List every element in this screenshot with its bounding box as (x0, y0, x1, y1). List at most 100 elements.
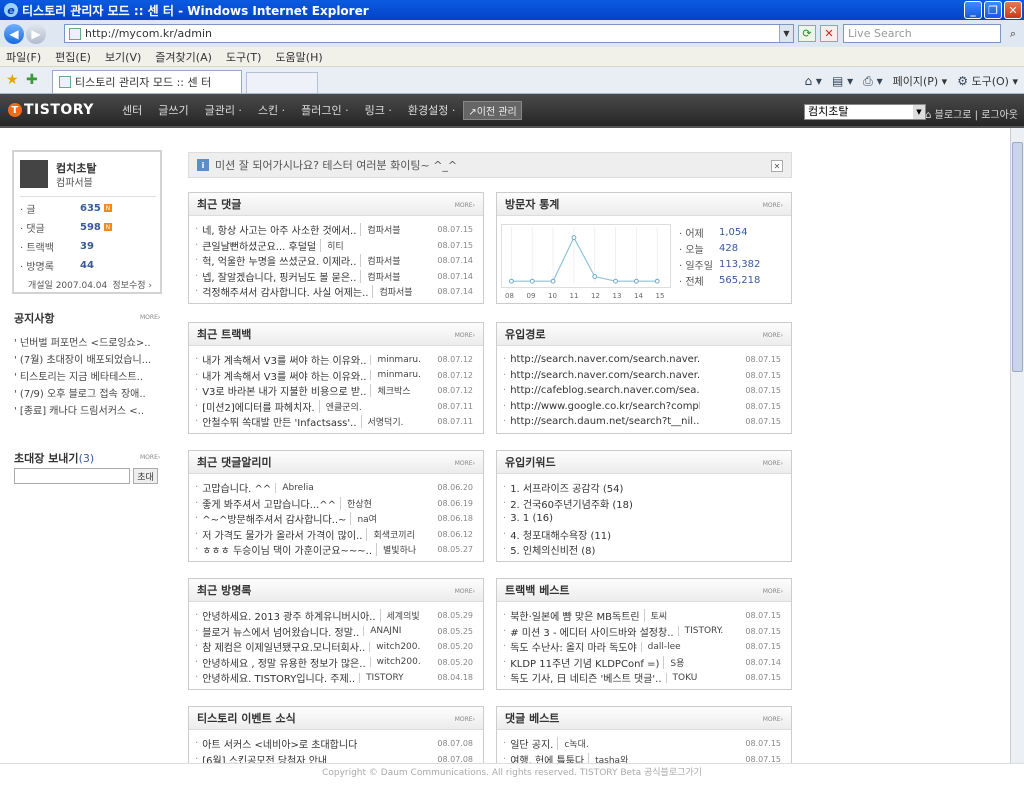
previous-manager-button[interactable]: ↗이전 관리 (463, 100, 522, 120)
search-icon[interactable]: ⌕ (1004, 25, 1022, 42)
item-text[interactable]: 큰일날뻔하셨군요... 후덜덜 (202, 238, 316, 253)
menu-item[interactable]: 도구(T) (226, 49, 262, 65)
stat-row[interactable]: · 글 635 N (20, 200, 156, 216)
tools-menu[interactable]: ⚙ 도구(O) ▾ (957, 73, 1018, 89)
list-item[interactable]: · 네, 항상 사고는 아주 사소한 것에서.. 컴파서블 08.07.15 (195, 222, 477, 238)
more-link[interactable]: MORE› (763, 202, 783, 209)
nav-item[interactable]: 링크 · (365, 102, 392, 118)
menu-item[interactable]: 도움말(H) (275, 49, 322, 65)
blog-select[interactable]: 컴치초탈 ▼ (804, 104, 926, 120)
item-text[interactable]: 고맙습니다. ^^ (202, 480, 271, 495)
stat-row[interactable]: · 트랙백 39 (20, 238, 156, 254)
list-item[interactable]: · 큰일날뻔하셨군요... 후덜덜 히티 08.07.15 (195, 238, 477, 254)
nav-item[interactable]: 글쓰기 (158, 102, 188, 118)
item-text[interactable]: KLDP 11주년 기념 KLDPConf =) (510, 655, 659, 670)
item-text[interactable]: http://search.naver.com/search.naver.. (510, 370, 700, 381)
nav-item[interactable]: 플러그인 · (301, 102, 348, 118)
list-item[interactable]: · ^~^방문해주셔서 감사합니다..~ na여 08.06.18 (195, 511, 477, 527)
item-text[interactable]: http://search.daum.net/search?t__nil.. (510, 416, 699, 427)
item-text[interactable]: 안녕하세요. TISTORY입니다. 주제.. (202, 670, 355, 685)
item-text[interactable]: http://cafeblog.search.naver.com/sea.. (510, 385, 700, 396)
list-item[interactable]: · KLDP 11주년 기념 KLDPConf =) S용 08.07.14 (503, 655, 785, 671)
item-text[interactable]: 저 가격도 물가가 올라서 가격이 많이.. (202, 527, 362, 542)
list-item[interactable]: · ㅎㅎㅎ 두승이님 댁이 가훈이군요~~~.. 별빛하나 08.05.27 (195, 542, 477, 558)
invite-button[interactable]: 초대 (133, 468, 158, 484)
more-link[interactable]: MORE› (763, 588, 783, 595)
more-link[interactable]: MORE› (455, 460, 475, 467)
nav-item[interactable]: 글관리 · (205, 102, 242, 118)
item-text[interactable]: ^~^방문해주셔서 감사합니다..~ (202, 511, 346, 526)
list-item[interactable]: · 북한·일본에 뺨 맞은 MB독트린 토씨 08.07.15 (503, 608, 785, 624)
notice-item[interactable]: ' (7월) 초대장이 배포되었습니... (14, 351, 164, 366)
list-item[interactable]: · 저 가격도 물가가 올라서 가격이 많이.. 회색코끼리 08.06.12 (195, 527, 477, 543)
more-link[interactable]: MORE› (455, 202, 475, 209)
more-link[interactable]: MORE› (763, 460, 783, 467)
list-item[interactable]: · 일단 공지. c녹대. 08.07.15 (503, 736, 785, 752)
item-text[interactable]: 독도 수난사: 올지 마라 독도야 (510, 639, 636, 654)
list-item[interactable]: · 1. 서프라이즈 공감각 (54) (503, 480, 785, 496)
item-text[interactable]: 좋게 봐주셔서 고맙습니다...^^ (202, 496, 336, 511)
nav-item[interactable]: 센터 (122, 102, 142, 118)
back-button[interactable]: ◀ (4, 23, 24, 44)
list-item[interactable]: · 3. 1 (16) (503, 511, 785, 527)
home-icon[interactable]: ⌂ ▾ (805, 74, 822, 88)
item-text[interactable]: 내가 계속해서 V3를 써야 하는 이유와.. (202, 352, 366, 367)
list-item[interactable]: · 2. 건국60주년기념주화 (18) (503, 496, 785, 512)
list-item[interactable]: · 내가 계속해서 V3를 써야 하는 이유와.. minmaru. 08.07.12 (195, 352, 477, 368)
edit-info-link[interactable]: 정보수정 › (112, 278, 152, 291)
list-item[interactable]: · 고맙습니다. ^^ Abrelia 08.06.20 (195, 480, 477, 496)
notice-item[interactable]: ' 티스토리는 지금 베타테스트.. (14, 368, 164, 383)
item-text[interactable]: 내가 계속해서 V3를 써야 하는 이유와.. (202, 368, 366, 383)
list-item[interactable]: · 5. 인체의신비전 (8) (503, 542, 785, 558)
list-item[interactable]: · 독도 기사, 日 네티즌 '베스트 댓글'.. TOKU 08.07.15 (503, 670, 785, 686)
minimize-icon[interactable]: _ (964, 1, 982, 19)
item-text[interactable]: 2. 건국60주년기념주화 (18) (510, 496, 633, 511)
item-text[interactable]: 블로거 뉴스에서 넘어왔습니다. 정말.. (202, 624, 359, 639)
menu-item[interactable]: 즐겨찾기(A) (155, 49, 212, 65)
favorites-star-icon[interactable]: ★ (6, 72, 19, 88)
menu-item[interactable]: 보기(V) (105, 49, 141, 65)
item-text[interactable]: 넵, 잘알겠습니다, 핑커님도 볼 묻은.. (202, 269, 356, 284)
item-text[interactable]: 헉, 억울한 누명을 쓰셨군요. 이제라.. (202, 253, 356, 268)
item-text[interactable]: http://www.google.co.kr/search?compl.. (510, 401, 700, 412)
item-text[interactable]: 북한·일본에 뺨 맞은 MB독트린 (510, 608, 639, 623)
list-item[interactable]: · V3로 바라본 내가 지불한 비용으로 받.. 체크박스 08.07.12 (195, 383, 477, 399)
notice-item[interactable]: ' 넌버벌 퍼포먼스 <드로잉쇼>.. (14, 334, 164, 349)
tistory-logo[interactable]: T TISTORY (8, 102, 94, 118)
browser-tab[interactable]: 티스토리 관리자 모드 :: 센 터 (52, 70, 242, 93)
print-icon[interactable]: ⎙ ▾ (863, 74, 882, 89)
page-menu[interactable]: 페이지(P) ▾ (893, 73, 948, 89)
list-item[interactable]: · [미션2]에디터를 파헤치자. 엔클군의. 08.07.11 (195, 399, 477, 415)
list-item[interactable]: · http://search.naver.com/search.naver.. 0… (503, 352, 785, 368)
nav-item[interactable]: 스킨 · (258, 102, 285, 118)
list-item[interactable]: · 안녕하세요 , 정말 유용한 정보가 많은.. witch200. 08.05.2… (195, 655, 477, 671)
item-text[interactable]: http://search.naver.com/search.naver.. (510, 354, 700, 365)
stat-row[interactable]: · 방명록 44 (20, 257, 156, 273)
menu-item[interactable]: 파일(F) (6, 49, 41, 65)
nav-item[interactable]: 환경설정 · (408, 102, 455, 118)
notice-more-link[interactable]: MORE› (140, 314, 160, 321)
scrollbar-thumb[interactable] (1012, 142, 1023, 372)
list-item[interactable]: · 독도 수난사: 올지 마라 독도야 dall-lee 08.07.15 (503, 639, 785, 655)
list-item[interactable]: · 넵, 잘알겠습니다, 핑커님도 볼 묻은.. 컴파서블 08.07.14 (195, 269, 477, 285)
more-link[interactable]: MORE› (455, 716, 475, 723)
item-text[interactable]: 참 제컴은 이제일년됐구요.모니터회사.. (202, 639, 365, 654)
item-text[interactable]: 네, 항상 사고는 아주 사소한 것에서.. (202, 222, 356, 237)
notice-item[interactable]: ' (7/9) 오후 블로그 접속 장애.. (14, 385, 164, 400)
list-item[interactable]: · http://search.daum.net/search?t__nil.. 0… (503, 414, 785, 430)
list-item[interactable]: · 내가 계속해서 V3를 써야 하는 이유와.. minmaru. 08.07.12 (195, 368, 477, 384)
list-item[interactable]: · http://cafeblog.search.naver.com/sea.. 0… (503, 383, 785, 399)
to-blog-link[interactable]: ⌂ 블로그로 (925, 110, 971, 121)
list-item[interactable]: · 헉, 억울한 누명을 쓰셨군요. 이제라.. 컴파서블 08.07.14 (195, 253, 477, 269)
list-item[interactable]: · http://search.naver.com/search.naver.. 0… (503, 368, 785, 384)
more-link[interactable]: MORE› (455, 588, 475, 595)
list-item[interactable]: · 참 제컴은 이제일년됐구요.모니터회사.. witch200. 08.05.20 (195, 639, 477, 655)
item-text[interactable]: 5. 인체의신비전 (8) (510, 542, 595, 557)
more-link[interactable]: MORE› (763, 332, 783, 339)
item-text[interactable]: 1. 서프라이즈 공감각 (54) (510, 480, 623, 495)
list-item[interactable]: · 4. 청포대해수욕장 (11) (503, 527, 785, 543)
item-text[interactable]: V3로 바라본 내가 지불한 비용으로 받.. (202, 383, 366, 398)
close-icon[interactable]: ✕ (771, 160, 783, 172)
list-item[interactable]: · 안녕하세요. 2013 광주 하계유니버시아.. 세계의빛 08.05.29 (195, 608, 477, 624)
list-item[interactable]: · 안철수뛰 쏙대발 만든 'Infactsass'.. 서명덕기. 08.07.11 (195, 414, 477, 430)
